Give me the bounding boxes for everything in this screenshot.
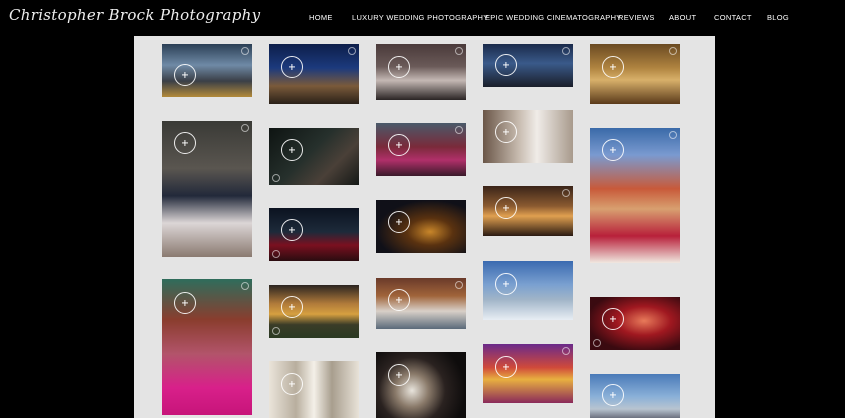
gallery-thumb-indian-wedding-party[interactable]: [376, 123, 466, 176]
share-icon: [455, 47, 463, 55]
zoom-icon: [602, 139, 624, 161]
gallery-thumb-mandap-colorful[interactable]: [483, 344, 573, 403]
gallery-thumb-forest-night-bride[interactable]: [269, 128, 359, 185]
gallery-thumb-stage-red-lights[interactable]: [590, 297, 680, 350]
zoom-icon: [602, 308, 624, 330]
site-header: Christopher Brock Photography HOME LUXUR…: [0, 0, 845, 36]
zoom-icon: [388, 56, 410, 78]
site-logo[interactable]: Christopher Brock Photography: [9, 6, 260, 24]
gallery-thumb-mansion-sunset[interactable]: [269, 285, 359, 338]
gallery-thumb-arch-night-couple[interactable]: [269, 44, 359, 104]
gallery-thumb-couple-formal-portrait[interactable]: [162, 121, 252, 257]
share-icon: [669, 47, 677, 55]
gallery-thumb-skyline-couple[interactable]: [483, 261, 573, 320]
nav-reviews[interactable]: REVIEWS: [618, 13, 655, 22]
gallery-thumb-ballroom-gold[interactable]: [590, 44, 680, 104]
zoom-icon: [281, 139, 303, 161]
zoom-icon: [602, 384, 624, 406]
share-icon: [272, 327, 280, 335]
zoom-icon: [281, 296, 303, 318]
zoom-icon: [388, 364, 410, 386]
zoom-icon: [495, 54, 517, 76]
gallery-thumb-ring-macro[interactable]: [376, 352, 466, 418]
share-icon: [562, 189, 570, 197]
photo-gallery: [134, 36, 715, 418]
gallery-thumb-venue-night-red-dress[interactable]: [269, 208, 359, 261]
share-icon: [562, 47, 570, 55]
nav-contact[interactable]: CONTACT: [714, 13, 752, 22]
zoom-icon: [281, 56, 303, 78]
share-icon: [241, 124, 249, 132]
nav-home[interactable]: HOME: [309, 13, 333, 22]
share-icon: [669, 131, 677, 139]
zoom-icon: [388, 134, 410, 156]
zoom-icon: [495, 356, 517, 378]
zoom-icon: [495, 121, 517, 143]
nav-luxury-wedding-photography[interactable]: LUXURY WEDDING PHOTOGRAPHY: [352, 13, 489, 22]
gallery-thumb-ceremony-crowd[interactable]: [376, 44, 466, 100]
zoom-icon: [495, 197, 517, 219]
zoom-icon: [281, 219, 303, 241]
nav-blog[interactable]: BLOG: [767, 13, 789, 22]
gallery-thumb-chapel-ceremony-lights[interactable]: [483, 186, 573, 236]
zoom-icon: [174, 132, 196, 154]
share-icon: [455, 126, 463, 134]
gallery-thumb-columns-veranda[interactable]: [269, 361, 359, 418]
gallery-thumb-indian-bride-closeup[interactable]: [590, 128, 680, 263]
gallery-thumb-city-street-couple[interactable]: [162, 44, 252, 97]
nav-epic-wedding-cinematography[interactable]: EPIC WEDDING CINEMATOGRAPHY: [485, 13, 622, 22]
gallery-thumb-ring-detail-dark[interactable]: [376, 200, 466, 253]
share-icon: [455, 281, 463, 289]
share-icon: [272, 250, 280, 258]
zoom-icon: [174, 64, 196, 86]
zoom-icon: [495, 273, 517, 295]
zoom-icon: [388, 289, 410, 311]
share-icon: [241, 47, 249, 55]
zoom-icon: [174, 292, 196, 314]
gallery-thumb-helicopter-night[interactable]: [483, 44, 573, 87]
share-icon: [348, 47, 356, 55]
zoom-icon: [281, 373, 303, 395]
share-icon: [241, 282, 249, 290]
share-icon: [562, 347, 570, 355]
gallery-thumb-helicopter-couple[interactable]: [590, 374, 680, 418]
zoom-icon: [602, 56, 624, 78]
gallery-thumb-church-bride[interactable]: [483, 110, 573, 163]
nav-about[interactable]: ABOUT: [669, 13, 696, 22]
share-icon: [272, 174, 280, 182]
share-icon: [593, 339, 601, 347]
gallery-thumb-henna-hands-bride[interactable]: [162, 279, 252, 415]
zoom-icon: [388, 211, 410, 233]
gallery-thumb-wedding-party-theater[interactable]: [376, 278, 466, 329]
